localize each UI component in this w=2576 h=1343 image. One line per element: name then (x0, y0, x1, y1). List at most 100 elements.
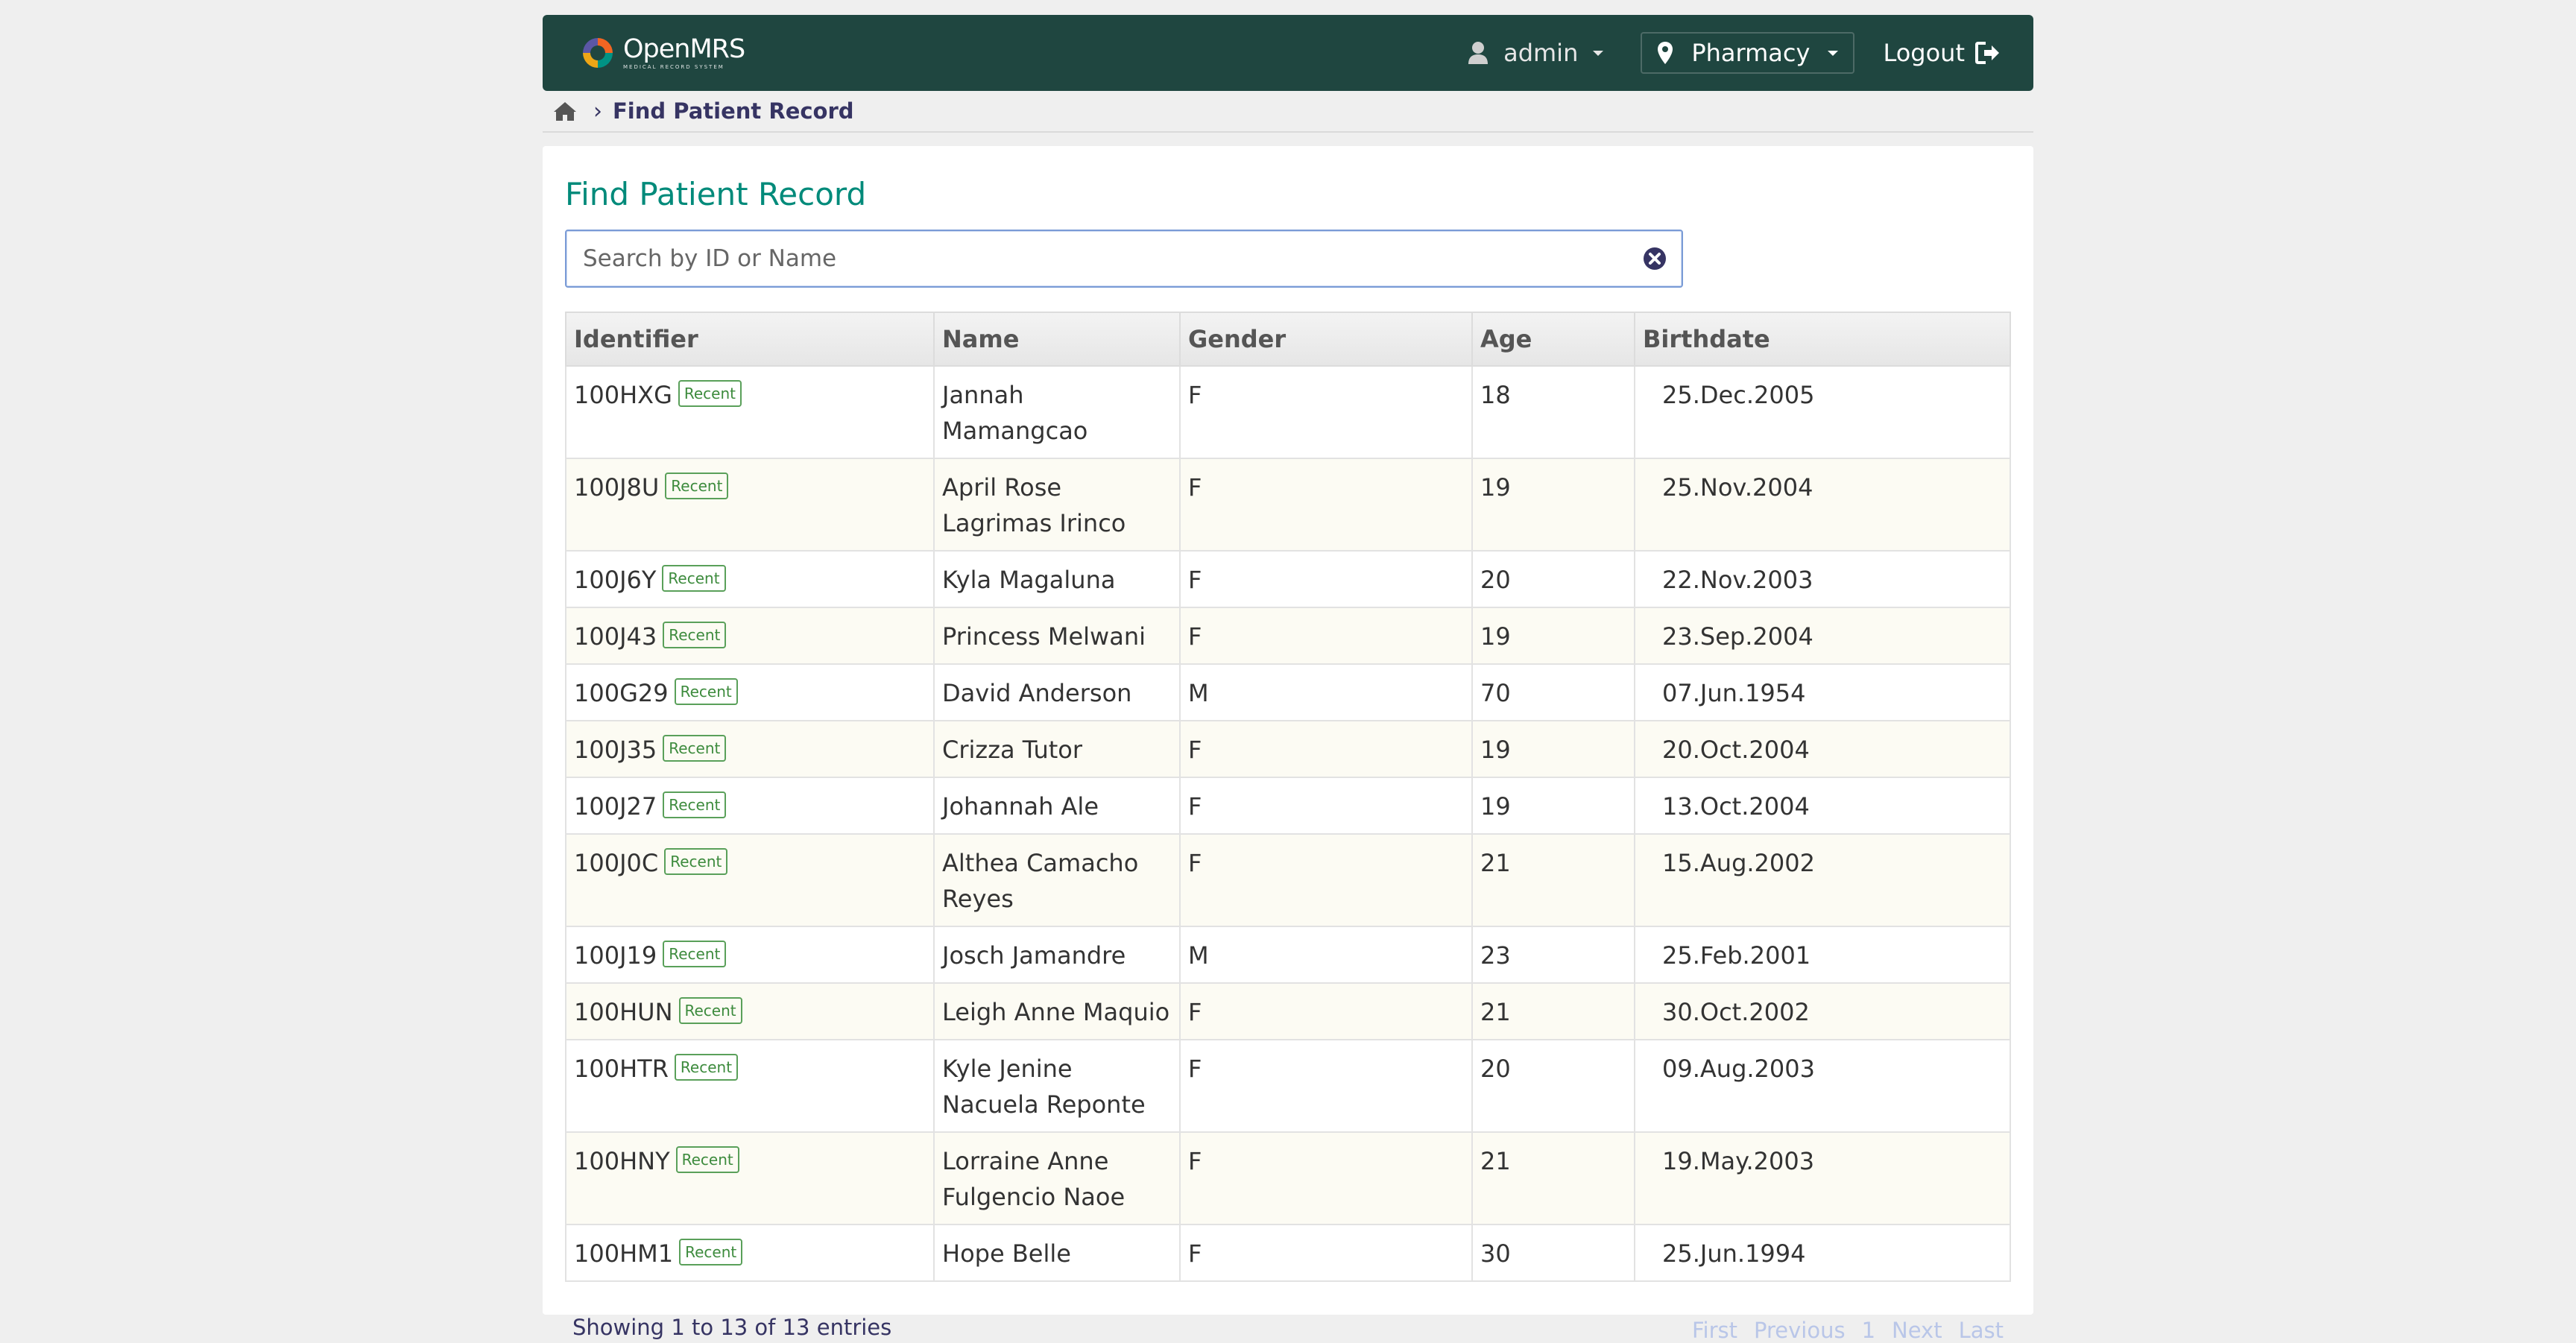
birthdate-text: 15.Aug.2002 (1662, 849, 1815, 877)
identifier-text: 100HXG (574, 381, 672, 409)
age-text: 21 (1480, 1147, 1511, 1175)
name-cell: Jannah Mamangcao (933, 365, 1181, 459)
pager-previous[interactable]: Previous (1754, 1318, 1846, 1343)
birthdate-cell: 25.Nov.2004 (1634, 458, 2011, 552)
identifier-text: 100J19 (574, 941, 657, 970)
name-cell: Johannah Ale (933, 777, 1181, 835)
name-text: Althea Camacho Reyes (942, 849, 1139, 913)
name-text: Johannah Ale (942, 792, 1099, 821)
breadcrumb: › Find Patient Record (543, 91, 2033, 131)
name-text: Hope Belle (942, 1239, 1071, 1268)
name-text: Jannah Mamangcao (942, 381, 1088, 445)
pager-page-1[interactable]: 1 (1862, 1318, 1875, 1343)
name-text: April Rose Lagrimas Irinco (942, 473, 1126, 537)
age-text: 21 (1480, 849, 1511, 877)
name-text: Crizza Tutor (942, 736, 1083, 764)
name-cell: Hope Belle (933, 1224, 1181, 1282)
identifier-text: 100J6Y (574, 566, 657, 594)
recent-badge: Recent (663, 622, 727, 648)
table-row[interactable]: 100J43 Recent Princess Melwani F 19 23.Sep.20… (565, 607, 2011, 665)
name-cell: Leigh Anne Maquio (933, 982, 1181, 1040)
gender-cell: F (1179, 458, 1473, 552)
gender-text: F (1188, 566, 1202, 594)
birthdate-cell: 23.Sep.2004 (1634, 607, 2011, 665)
recent-badge: Recent (664, 848, 728, 875)
birthdate-cell: 13.Oct.2004 (1634, 777, 2011, 835)
name-text: Princess Melwani (942, 622, 1146, 651)
identifier-cell: 100J8U Recent (565, 458, 935, 552)
column-header-age[interactable]: Age (1471, 312, 1635, 367)
table-row[interactable]: 100J6Y Recent Kyla Magaluna F 20 22.Nov.2003 (565, 550, 2011, 608)
table-row[interactable]: 100HTR Recent Kyle Jenine Nacuela Reponte F… (565, 1039, 2011, 1133)
recent-badge: Recent (663, 791, 727, 818)
birthdate-cell: 30.Oct.2002 (1634, 982, 2011, 1040)
name-cell: David Anderson (933, 663, 1181, 721)
age-cell: 21 (1471, 982, 1635, 1040)
age-text: 19 (1480, 736, 1511, 764)
age-text: 20 (1480, 1055, 1511, 1083)
age-text: 18 (1480, 381, 1511, 409)
birthdate-text: 25.Jun.1994 (1662, 1239, 1806, 1268)
table-row[interactable]: 100HNY Recent Lorraine Anne Fulgencio Naoe… (565, 1131, 2011, 1225)
identifier-cell: 100G29 Recent (565, 663, 935, 721)
table-row[interactable]: 100HXG Recent Jannah Mamangcao F 18 25.Dec.20… (565, 365, 2011, 459)
birthdate-cell: 22.Nov.2003 (1634, 550, 2011, 608)
identifier-cell: 100J0C Recent (565, 833, 935, 927)
table-row[interactable]: 100HUN Recent Leigh Anne Maquio F 21 30.Oct.2… (565, 982, 2011, 1040)
birthdate-text: 20.Oct.2004 (1662, 736, 1810, 764)
column-header-gender[interactable]: Gender (1179, 312, 1473, 367)
gender-text: M (1188, 941, 1209, 970)
age-cell: 20 (1471, 1039, 1635, 1133)
birthdate-text: 09.Aug.2003 (1662, 1055, 1815, 1083)
age-cell: 19 (1471, 607, 1635, 665)
identifier-cell: 100J43 Recent (565, 607, 935, 665)
recent-badge: Recent (678, 380, 742, 407)
birthdate-cell: 15.Aug.2002 (1634, 833, 2011, 927)
table-row[interactable]: 100G29 Recent David Anderson M 70 07.Jun.1954 (565, 663, 2011, 721)
search-input[interactable] (581, 244, 1643, 273)
map-pin-icon (1658, 42, 1673, 64)
user-menu[interactable]: admin (1468, 39, 1604, 67)
identifier-text: 100G29 (574, 679, 669, 707)
pager-first[interactable]: First (1692, 1318, 1737, 1343)
name-cell: Josch Jamandre (933, 926, 1181, 984)
gender-text: F (1188, 998, 1202, 1026)
column-header-birthdate[interactable]: Birthdate (1634, 312, 2011, 367)
openmrs-logo[interactable]: OpenMRS MEDICAL RECORD SYSTEM (580, 35, 745, 71)
user-icon (1468, 42, 1489, 64)
column-header-name[interactable]: Name (933, 312, 1181, 367)
table-row[interactable]: 100J0C Recent Althea Camacho Reyes F 21 15.Au… (565, 833, 2011, 927)
birthdate-text: 23.Sep.2004 (1662, 622, 1813, 651)
breadcrumb-current: Find Patient Record (613, 98, 854, 124)
home-icon[interactable] (553, 101, 577, 121)
location-selector[interactable]: Pharmacy (1641, 32, 1855, 74)
identifier-text: 100J8U (574, 473, 660, 502)
openmrs-logo-icon (583, 38, 613, 68)
age-cell: 30 (1471, 1224, 1635, 1282)
column-header-identifier[interactable]: Identifier (565, 312, 935, 367)
recent-badge: Recent (675, 1146, 739, 1173)
table-row[interactable]: 100HM1 Recent Hope Belle F 30 25.Jun.1994 (565, 1224, 2011, 1282)
pager-last[interactable]: Last (1959, 1318, 2004, 1343)
gender-text: F (1188, 622, 1202, 651)
birthdate-text: 25.Feb.2001 (1662, 941, 1811, 970)
birthdate-text: 22.Nov.2003 (1662, 566, 1813, 594)
logout-button[interactable]: Logout (1883, 39, 2001, 67)
gender-text: M (1188, 679, 1209, 707)
recent-badge: Recent (663, 941, 727, 967)
name-cell: Lorraine Anne Fulgencio Naoe (933, 1131, 1181, 1225)
gender-text: F (1188, 736, 1202, 764)
gender-cell: F (1179, 833, 1473, 927)
identifier-cell: 100HNY Recent (565, 1131, 935, 1225)
clear-search-icon[interactable] (1643, 247, 1667, 271)
pager-next[interactable]: Next (1892, 1318, 1942, 1343)
entries-info: Showing 1 to 13 of 13 entries (572, 1315, 892, 1340)
table-row[interactable]: 100J19 Recent Josch Jamandre M 23 25.Feb.2001 (565, 926, 2011, 984)
table-row[interactable]: 100J8U Recent April Rose Lagrimas Irinco F 1… (565, 458, 2011, 552)
table-row[interactable]: 100J27 Recent Johannah Ale F 19 13.Oct.2004 (565, 777, 2011, 835)
chevron-down-icon (1593, 50, 1604, 56)
gender-cell: F (1179, 720, 1473, 778)
name-cell: Kyle Jenine Nacuela Reponte (933, 1039, 1181, 1133)
table-row[interactable]: 100J35 Recent Crizza Tutor F 19 20.Oct.2004 (565, 720, 2011, 778)
age-cell: 19 (1471, 458, 1635, 552)
